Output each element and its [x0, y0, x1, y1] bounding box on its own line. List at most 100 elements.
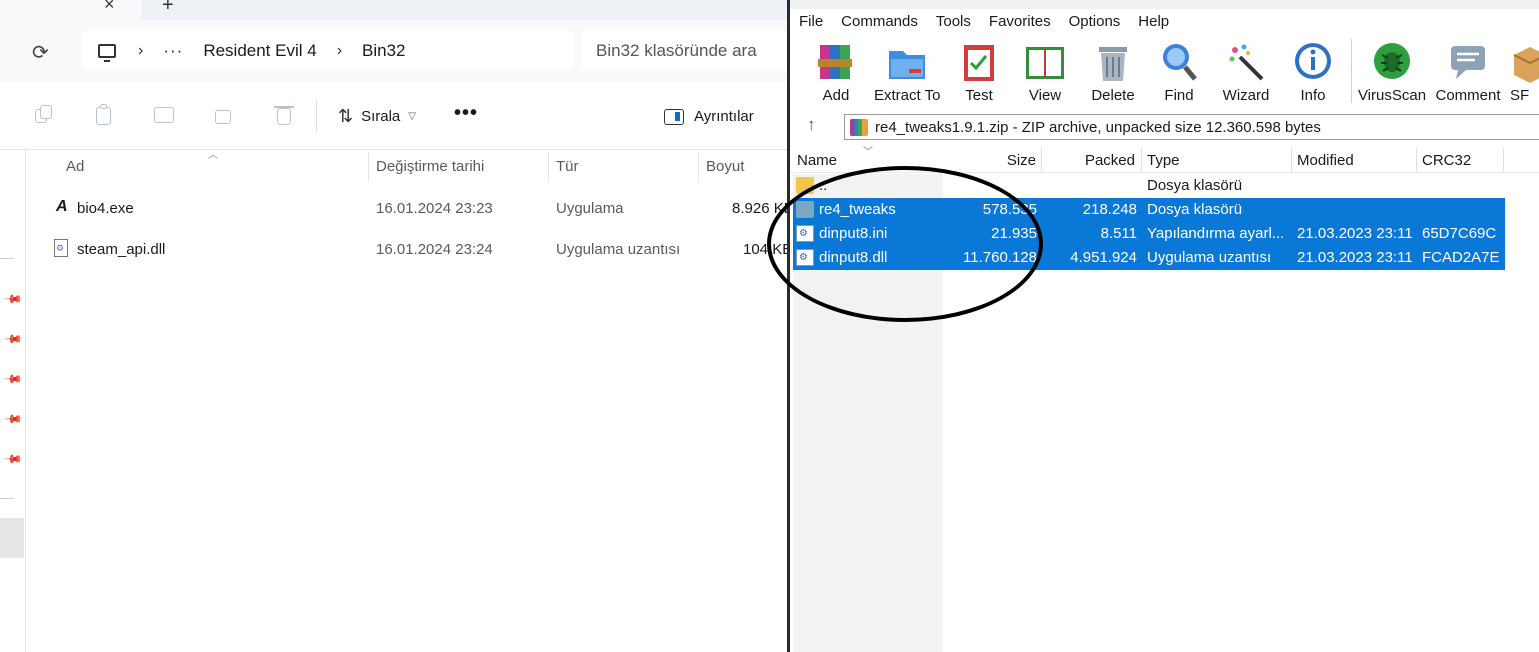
add-archive-icon	[818, 45, 852, 79]
new-tab-icon[interactable]: +	[162, 0, 174, 17]
column-header-type[interactable]: Type	[1147, 152, 1180, 169]
info-label: Info	[1300, 87, 1326, 104]
breadcrumb[interactable]: › ··· Resident Evil 4 › Bin32	[82, 31, 574, 71]
menu-file[interactable]: File	[790, 9, 832, 35]
sort-arrows-icon: ⇅	[338, 106, 354, 126]
column-header-type[interactable]: Tür	[548, 150, 698, 184]
wizard-button[interactable]: Wizard	[1213, 35, 1279, 107]
view-book-icon	[1026, 47, 1064, 79]
delete-button[interactable]: Delete	[1080, 35, 1146, 107]
virusscan-button[interactable]: VirusScan	[1356, 35, 1428, 107]
up-arrow-icon[interactable]: ↑	[807, 115, 816, 135]
breadcrumb-more[interactable]: ···	[163, 41, 183, 61]
details-pane-button[interactable]: Ayrıntılar	[664, 108, 754, 125]
toolbar-separator	[1351, 39, 1352, 103]
file-type: Uygulama uzantısı	[556, 241, 681, 258]
file-row[interactable]: A bio4.exe 16.01.2024 23:23 Uygulama 8.9…	[50, 191, 794, 227]
wizard-label: Wizard	[1222, 87, 1270, 104]
column-header-name[interactable]: Name	[797, 152, 837, 169]
extract-to-button[interactable]: Extract To	[874, 35, 940, 107]
sort-caret-icon: ﹀	[863, 147, 873, 158]
comment-button[interactable]: Comment	[1432, 35, 1504, 107]
find-button[interactable]: Find	[1146, 35, 1212, 107]
nav-selected-item[interactable]	[0, 518, 24, 558]
close-tab-icon[interactable]: ×	[104, 0, 115, 15]
navigation-pane	[0, 150, 26, 652]
menu-tools[interactable]: Tools	[927, 9, 980, 35]
menu-commands[interactable]: Commands	[832, 9, 927, 35]
entry-type: Dosya klasörü	[1147, 177, 1243, 194]
column-divider[interactable]	[1141, 148, 1142, 172]
test-button[interactable]: Test	[946, 35, 1012, 107]
column-header-size[interactable]: Boyut	[698, 150, 790, 184]
rename-icon[interactable]	[153, 104, 175, 126]
column-header-packed[interactable]: Packed	[1044, 152, 1135, 169]
test-clipboard-icon	[964, 45, 994, 81]
entry-packed: 218.248	[1082, 201, 1137, 218]
add-button[interactable]: Add	[803, 35, 869, 107]
file-name: bio4.exe	[77, 200, 134, 217]
active-tab[interactable]	[0, 0, 142, 20]
view-label: View	[1028, 87, 1062, 104]
column-divider[interactable]	[1041, 148, 1042, 172]
archive-path-text: re4_tweaks1.9.1.zip - ZIP archive, unpac…	[875, 119, 1321, 136]
extract-to-label: Extract To	[874, 87, 941, 104]
chevron-right-icon: ›	[138, 42, 144, 59]
info-button[interactable]: Info	[1280, 35, 1346, 107]
column-header-size[interactable]: Size	[950, 152, 1036, 169]
entry-packed: 8.511	[1100, 225, 1137, 242]
column-header-modified[interactable]: Modified	[1297, 152, 1354, 169]
entry-modified: 21.03.2023 23:11	[1297, 249, 1413, 266]
circle-annotation	[767, 166, 1043, 322]
virusscan-label: VirusScan	[1357, 87, 1427, 104]
sfx-box-icon	[1513, 47, 1539, 83]
column-header-name[interactable]: Ad	[58, 150, 368, 184]
column-divider[interactable]	[1291, 148, 1292, 172]
column-divider[interactable]	[1503, 148, 1504, 172]
delete-icon[interactable]	[273, 104, 295, 126]
entry-modified: 21.03.2023 23:11	[1297, 225, 1413, 242]
delete-bin-icon	[1099, 47, 1127, 81]
info-icon	[1295, 43, 1331, 79]
sort-label: Sırala	[361, 108, 401, 125]
sort-button[interactable]: ⇅ Sırala ▽	[338, 106, 416, 127]
comment-icon	[1451, 46, 1485, 79]
title-bar[interactable]	[790, 0, 1539, 9]
details-pane-icon	[664, 108, 684, 125]
entry-crc32: 65D7C69C	[1422, 225, 1497, 242]
menu-bar: File Commands Tools Favorites Options He…	[790, 9, 1539, 35]
file-date: 16.01.2024 23:23	[376, 200, 493, 217]
menu-options[interactable]: Options	[1060, 9, 1130, 35]
winrar-window: File Commands Tools Favorites Options He…	[787, 0, 1539, 652]
menu-favorites[interactable]: Favorites	[980, 9, 1060, 35]
view-button[interactable]: View	[1012, 35, 1078, 107]
archive-path-field[interactable]: re4_tweaks1.9.1.zip - ZIP archive, unpac…	[844, 114, 1539, 140]
search-input[interactable]: Bin32 klasöründe ara	[582, 31, 790, 71]
column-header-date[interactable]: Değiştirme tarihi	[368, 150, 548, 184]
menu-help[interactable]: Help	[1129, 9, 1178, 35]
breadcrumb-item-resident-evil-4[interactable]: Resident Evil 4	[203, 41, 316, 61]
details-label: Ayrıntılar	[694, 108, 754, 125]
test-label: Test	[965, 87, 993, 104]
add-label: Add	[822, 87, 850, 104]
share-icon[interactable]	[213, 104, 235, 126]
zip-archive-icon	[850, 119, 868, 136]
chevron-down-icon: ▽	[408, 111, 416, 122]
column-divider[interactable]	[1416, 148, 1417, 172]
column-header-crc32[interactable]: CRC32	[1422, 152, 1471, 169]
sfx-label: SF	[1510, 87, 1530, 104]
refresh-icon[interactable]: ⟳	[32, 40, 49, 65]
paste-icon[interactable]	[93, 104, 115, 126]
this-pc-icon[interactable]	[98, 44, 116, 62]
file-type: Uygulama	[556, 200, 624, 217]
file-explorer-window: × + ⟳ › ··· Resident Evil 4 › Bin32 Bin3…	[0, 0, 794, 652]
copy-icon[interactable]	[33, 104, 55, 126]
file-row[interactable]: steam_api.dll 16.01.2024 23:24 Uygulama …	[50, 232, 792, 268]
more-options-button[interactable]: •••	[454, 102, 478, 125]
delete-label: Delete	[1091, 87, 1135, 104]
toolbar: Add Extract To Test View Delete Find Wiz…	[790, 35, 1539, 107]
sfx-button[interactable]: SF	[1506, 35, 1539, 107]
find-magnifier-icon	[1163, 44, 1197, 81]
breadcrumb-item-bin32[interactable]: Bin32	[362, 41, 405, 61]
exe-icon: A	[56, 198, 68, 215]
